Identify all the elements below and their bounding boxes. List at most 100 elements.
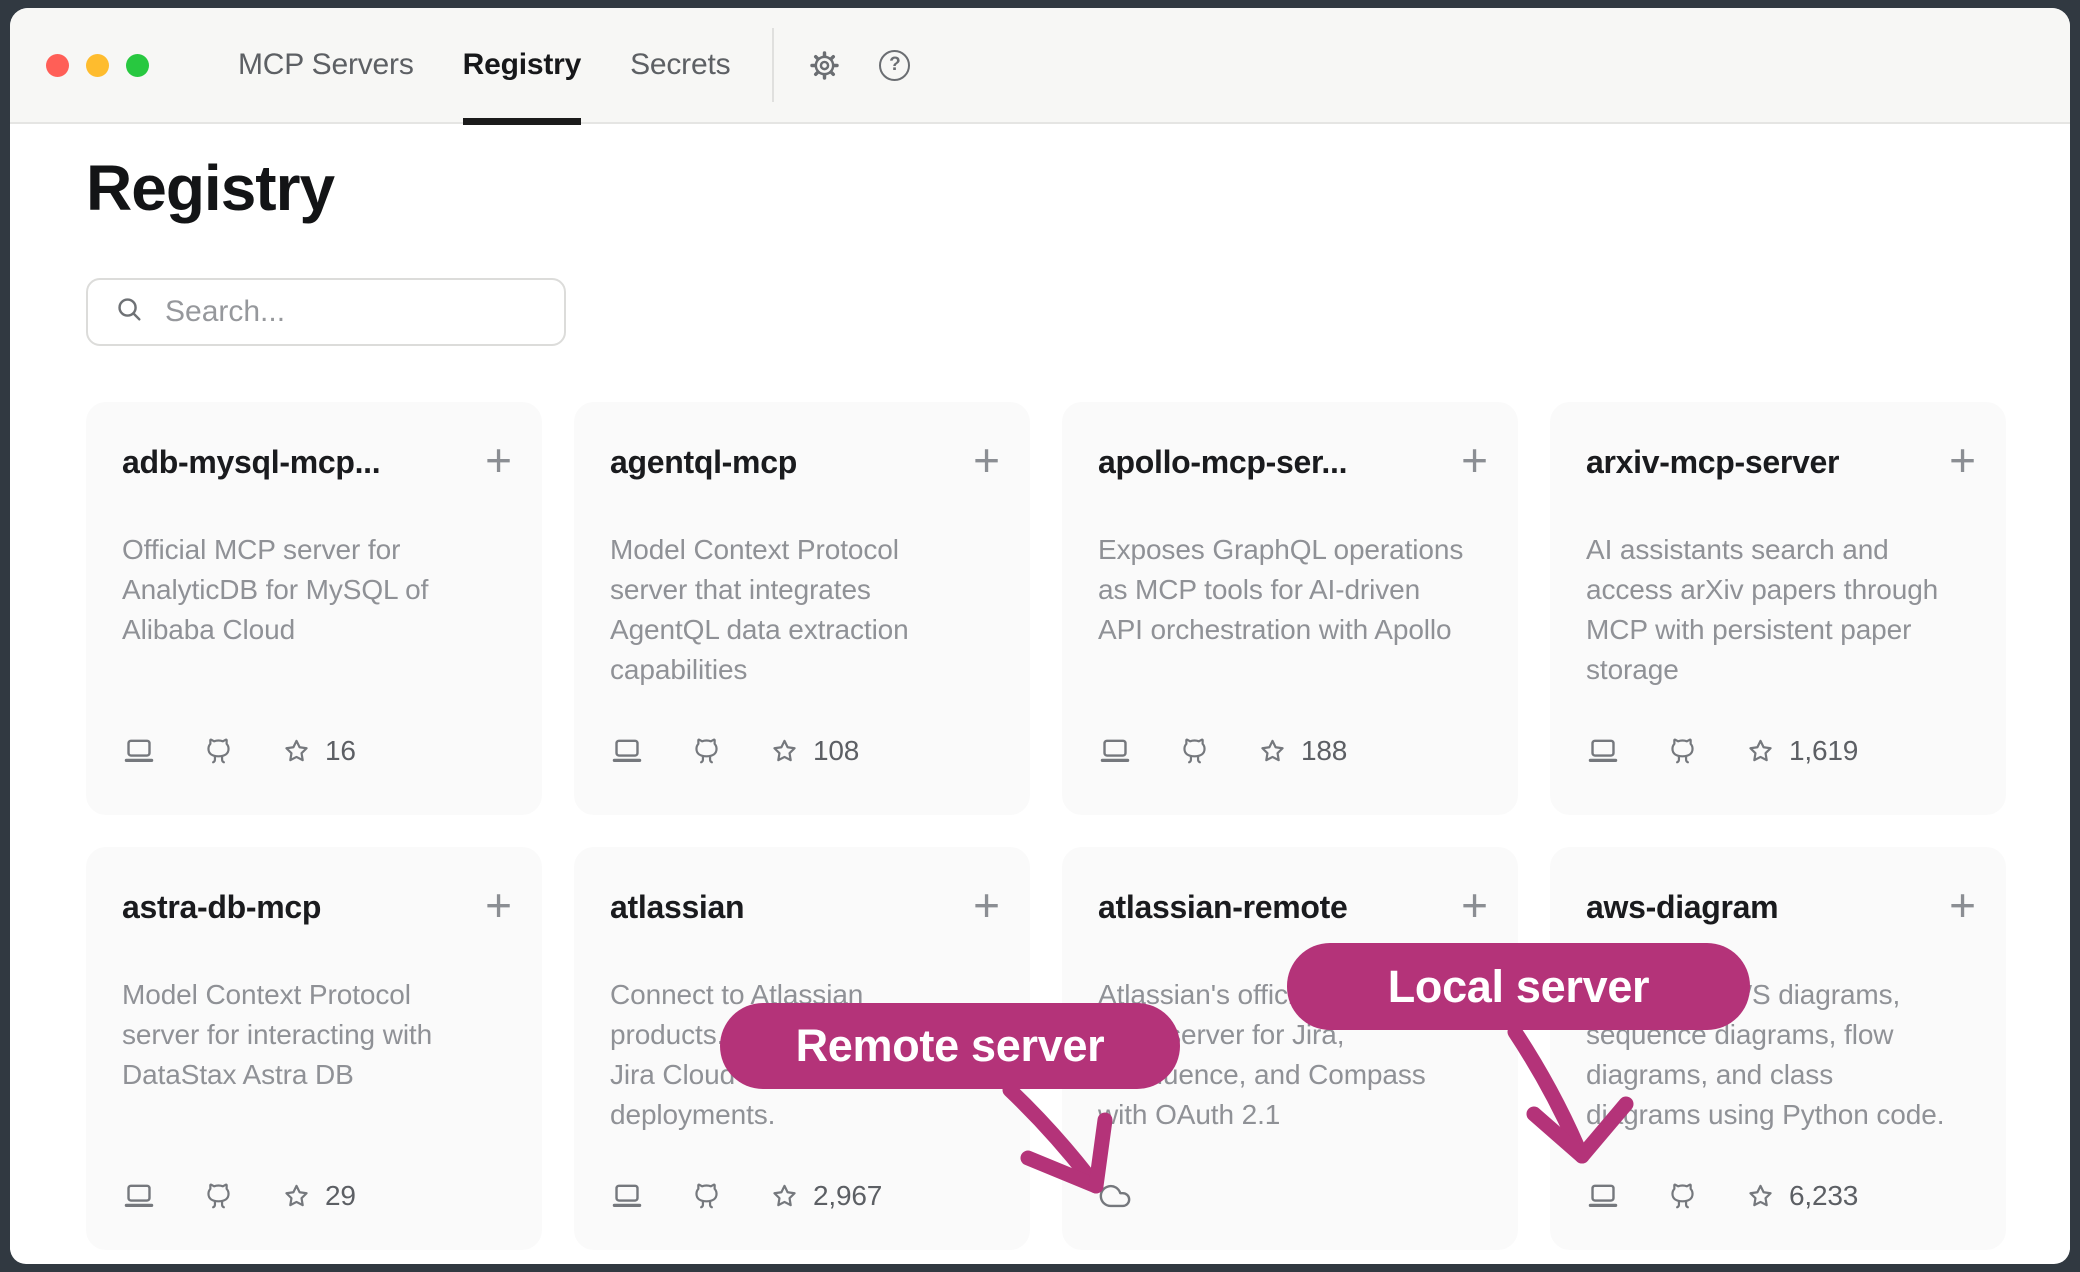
- remote-server-callout: Remote server: [720, 1003, 1180, 1089]
- star-icon: [769, 1181, 800, 1212]
- add-server-button[interactable]: +: [1949, 440, 1976, 480]
- add-server-button[interactable]: +: [485, 440, 512, 480]
- tab-mcp-servers[interactable]: MCP Servers: [238, 8, 414, 123]
- server-card-header: agentql-mcp +: [610, 440, 1000, 484]
- add-server-button[interactable]: +: [973, 885, 1000, 925]
- star-count: 188: [1301, 735, 1347, 767]
- star-count: 6,233: [1789, 1180, 1858, 1212]
- server-meta: 188: [1098, 734, 1347, 768]
- server-card[interactable]: agentql-mcp + Model Context Protocol ser…: [574, 402, 1030, 815]
- star-icon: [1745, 1181, 1776, 1212]
- server-card-header: arxiv-mcp-server +: [1586, 440, 1976, 484]
- server-card-header: atlassian-remote +: [1098, 885, 1488, 929]
- laptop-icon: [1586, 1179, 1620, 1213]
- server-description: Model Context Protocol server that integ…: [610, 530, 1004, 690]
- server-card-header: atlassian +: [610, 885, 1000, 929]
- cloud-icon: [1098, 1179, 1132, 1213]
- github-icon[interactable]: [202, 735, 235, 768]
- server-meta: 16: [122, 734, 356, 768]
- server-name: atlassian-remote: [1098, 885, 1348, 929]
- traffic-lights: [46, 54, 149, 77]
- server-description: Model Context Protocol server for intera…: [122, 975, 516, 1095]
- star-icon: [769, 736, 800, 767]
- traffic-light-close[interactable]: [46, 54, 69, 77]
- laptop-icon: [610, 734, 644, 768]
- laptop-icon: [610, 1179, 644, 1213]
- star-rating: 6,233: [1745, 1180, 1858, 1212]
- settings-button[interactable]: [808, 49, 841, 82]
- server-meta: [1098, 1179, 1132, 1213]
- server-card-header: astra-db-mcp +: [122, 885, 512, 929]
- traffic-light-minimize[interactable]: [86, 54, 109, 77]
- toolbar-icons: ?: [808, 49, 910, 82]
- laptop-icon: [122, 734, 156, 768]
- server-description: Official MCP server for AnalyticDB for M…: [122, 530, 516, 650]
- server-meta: 108: [610, 734, 859, 768]
- star-count: 29: [325, 1180, 356, 1212]
- github-icon[interactable]: [690, 735, 723, 768]
- server-card[interactable]: apollo-mcp-ser... + Exposes GraphQL oper…: [1062, 402, 1518, 815]
- server-name: atlassian: [610, 885, 744, 929]
- laptop-icon: [1098, 734, 1132, 768]
- add-server-button[interactable]: +: [485, 885, 512, 925]
- star-rating: 108: [769, 735, 859, 767]
- server-card[interactable]: adb-mysql-mcp... + Official MCP server f…: [86, 402, 542, 815]
- tab-secrets[interactable]: Secrets: [630, 8, 730, 123]
- tab-registry[interactable]: Registry: [463, 8, 581, 123]
- server-name: arxiv-mcp-server: [1586, 440, 1839, 484]
- star-rating: 2,967: [769, 1180, 882, 1212]
- search-box: [86, 278, 566, 346]
- server-card[interactable]: aws-diagram + Generate AWS diagrams, seq…: [1550, 847, 2006, 1250]
- server-card-header: aws-diagram +: [1586, 885, 1976, 929]
- add-server-button[interactable]: +: [1461, 440, 1488, 480]
- server-name: aws-diagram: [1586, 885, 1778, 929]
- server-card[interactable]: arxiv-mcp-server + AI assistants search …: [1550, 402, 2006, 815]
- server-meta: 2,967: [610, 1179, 882, 1213]
- server-meta: 6,233: [1586, 1179, 1858, 1213]
- page-title: Registry: [86, 154, 2070, 222]
- server-description: AI assistants search and access arXiv pa…: [1586, 530, 1980, 690]
- star-count: 108: [813, 735, 859, 767]
- star-rating: 29: [281, 1180, 356, 1212]
- star-count: 2,967: [813, 1180, 882, 1212]
- star-icon: [1257, 736, 1288, 767]
- app-window: MCP Servers Registry Secrets ? Registry: [10, 8, 2070, 1264]
- add-server-button[interactable]: +: [1461, 885, 1488, 925]
- star-icon: [281, 1181, 312, 1212]
- server-description: Exposes GraphQL operations as MCP tools …: [1098, 530, 1492, 650]
- server-meta: 1,619: [1586, 734, 1858, 768]
- github-icon[interactable]: [202, 1180, 235, 1213]
- star-icon: [1745, 736, 1776, 767]
- add-server-button[interactable]: +: [973, 440, 1000, 480]
- star-count: 1,619: [1789, 735, 1858, 767]
- server-name: adb-mysql-mcp...: [122, 440, 380, 484]
- star-rating: 1,619: [1745, 735, 1858, 767]
- server-card[interactable]: astra-db-mcp + Model Context Protocol se…: [86, 847, 542, 1250]
- star-rating: 188: [1257, 735, 1347, 767]
- tab-bar: MCP Servers Registry Secrets: [238, 8, 730, 123]
- help-icon: ?: [879, 50, 910, 81]
- laptop-icon: [1586, 734, 1620, 768]
- star-count: 16: [325, 735, 356, 767]
- gear-icon: [808, 49, 841, 82]
- server-meta: 29: [122, 1179, 356, 1213]
- server-card-header: apollo-mcp-ser... +: [1098, 440, 1488, 484]
- help-button[interactable]: ?: [879, 50, 910, 81]
- local-server-callout: Local server: [1287, 943, 1750, 1030]
- github-icon[interactable]: [1666, 735, 1699, 768]
- github-icon[interactable]: [1178, 735, 1211, 768]
- toolbar-divider: [772, 28, 774, 102]
- github-icon[interactable]: [1666, 1180, 1699, 1213]
- star-icon: [281, 736, 312, 767]
- add-server-button[interactable]: +: [1949, 885, 1976, 925]
- server-grid: adb-mysql-mcp... + Official MCP server f…: [86, 402, 2070, 1250]
- search-input[interactable]: [165, 295, 545, 329]
- laptop-icon: [122, 1179, 156, 1213]
- server-name: astra-db-mcp: [122, 885, 321, 929]
- server-card-header: adb-mysql-mcp... +: [122, 440, 512, 484]
- github-icon[interactable]: [690, 1180, 723, 1213]
- title-bar: MCP Servers Registry Secrets ?: [10, 8, 2070, 124]
- server-name: agentql-mcp: [610, 440, 797, 484]
- traffic-light-zoom[interactable]: [126, 54, 149, 77]
- star-rating: 16: [281, 735, 356, 767]
